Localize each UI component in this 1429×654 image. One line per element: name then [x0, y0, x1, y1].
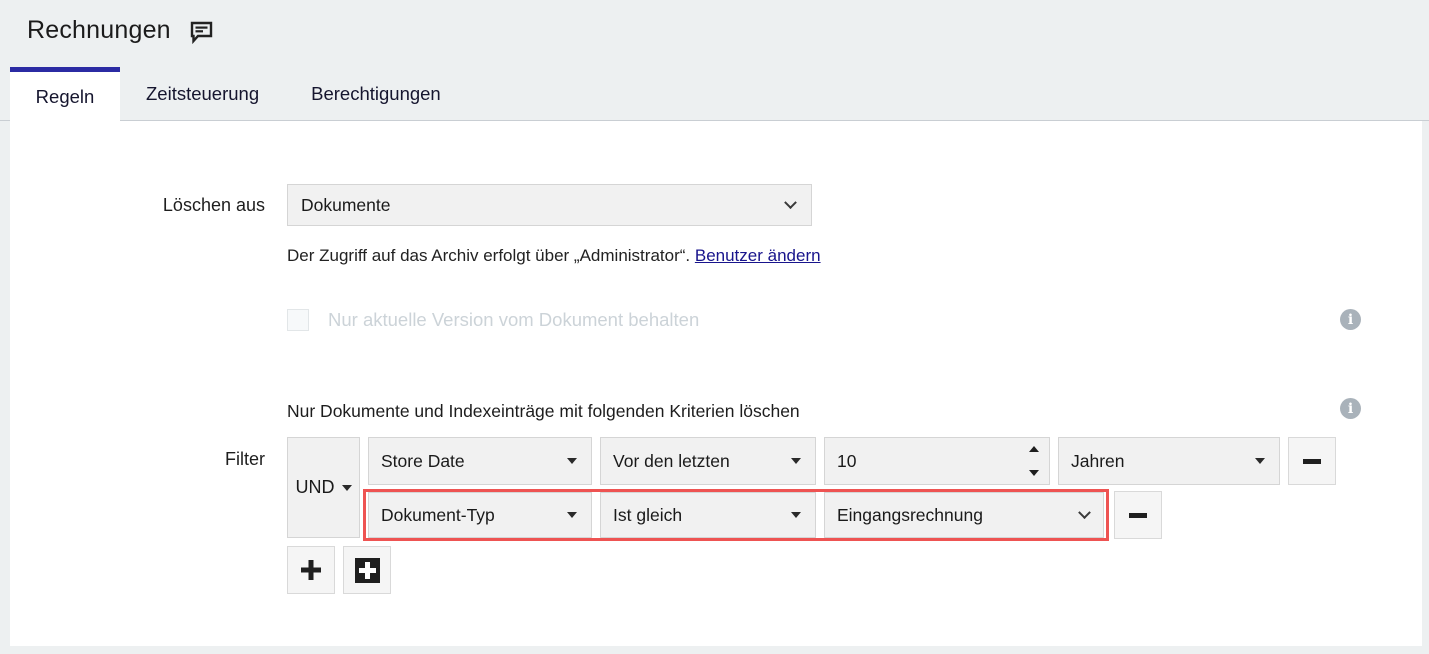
title-bar: Rechnungen: [0, 0, 1429, 50]
condition2-field-value: Dokument-Typ: [381, 505, 495, 526]
tab-zeitsteuerung[interactable]: Zeitsteuerung: [120, 67, 285, 120]
caret-down-icon: [791, 512, 801, 518]
caret-down-icon: [342, 485, 352, 491]
keep-version-row: Nur aktuelle Version vom Dokument behalt…: [287, 309, 699, 331]
condition2-value: Eingangsrechnung: [837, 505, 983, 526]
info-icon[interactable]: i: [1340, 309, 1361, 330]
access-note-text: Der Zugriff auf das Archiv erfolgt über …: [287, 246, 690, 265]
condition2-field-dropdown[interactable]: Dokument-Typ: [368, 492, 592, 538]
remove-condition1-button[interactable]: [1288, 437, 1336, 485]
filter-condition-row-1: Store Date Vor den letzten: [368, 437, 1344, 485]
change-user-link[interactable]: Benutzer ändern: [695, 246, 821, 265]
filter-operator-value: UND: [296, 477, 335, 498]
minus-icon: [1303, 459, 1321, 464]
condition1-field-value: Store Date: [381, 451, 465, 472]
filter-builder: UND Store Date Vor den letzten: [287, 437, 1344, 541]
filter-operator-dropdown[interactable]: UND: [287, 437, 360, 538]
chevron-down-icon: [784, 196, 797, 209]
panel-top-border: [0, 120, 1429, 121]
archive-access-note: Der Zugriff auf das Archiv erfolgt über …: [287, 245, 821, 267]
tab-regeln[interactable]: Regeln: [10, 67, 120, 121]
condition1-unit-dropdown[interactable]: Jahren: [1058, 437, 1280, 485]
remove-condition2-button[interactable]: [1114, 491, 1162, 539]
condition1-comparison-dropdown[interactable]: Vor den letzten: [600, 437, 816, 485]
boxed-plus-icon: [355, 558, 380, 583]
delete-from-label: Löschen aus: [10, 195, 265, 216]
highlighted-condition-group: Dokument-Typ Ist gleich Eingangsrechnung: [363, 489, 1109, 541]
condition1-value-spinner: [824, 437, 1050, 485]
caret-down-icon: [791, 458, 801, 464]
condition2-comparison-value: Ist gleich: [613, 505, 682, 526]
spinner-down-icon[interactable]: [1029, 470, 1039, 476]
tab-berechtigungen-label: Berechtigungen: [311, 83, 441, 105]
spinner-up-icon[interactable]: [1029, 446, 1039, 452]
condition2-value-select[interactable]: Eingangsrechnung: [824, 492, 1104, 538]
tab-regeln-label: Regeln: [36, 86, 95, 108]
content-panel: Löschen aus Dokumente Der Zugriff auf da…: [10, 120, 1422, 646]
plus-icon: [299, 558, 323, 582]
chevron-down-icon: [1078, 506, 1091, 519]
keep-version-label: Nur aktuelle Version vom Dokument behalt…: [328, 309, 699, 331]
delete-from-value: Dokumente: [301, 195, 391, 216]
caret-down-icon: [567, 512, 577, 518]
condition1-value-input[interactable]: [825, 438, 995, 484]
caret-down-icon: [1255, 458, 1265, 464]
filter-label: Filter: [10, 437, 265, 470]
caret-down-icon: [567, 458, 577, 464]
condition2-comparison-dropdown[interactable]: Ist gleich: [600, 492, 816, 538]
comment-icon[interactable]: [189, 20, 214, 44]
condition1-comparison-value: Vor den letzten: [613, 451, 730, 472]
info-icon[interactable]: i: [1340, 398, 1361, 419]
minus-icon: [1129, 513, 1147, 518]
tab-bar: Regeln Zeitsteuerung Berechtigungen: [10, 67, 1429, 120]
add-condition-button[interactable]: [287, 546, 335, 594]
page-title: Rechnungen: [27, 16, 171, 45]
criteria-heading: Nur Dokumente und Indexeinträge mit folg…: [287, 400, 800, 422]
add-group-button[interactable]: [343, 546, 391, 594]
delete-from-select[interactable]: Dokumente: [287, 184, 812, 226]
tab-berechtigungen[interactable]: Berechtigungen: [285, 67, 467, 120]
filter-conditions: Store Date Vor den letzten: [368, 437, 1344, 541]
tab-zeitsteuerung-label: Zeitsteuerung: [146, 83, 259, 105]
condition1-field-dropdown[interactable]: Store Date: [368, 437, 592, 485]
filter-condition-row-2: Dokument-Typ Ist gleich Eingangsrechnung: [368, 489, 1344, 541]
condition1-unit-value: Jahren: [1071, 451, 1125, 472]
keep-version-checkbox: [287, 309, 309, 331]
